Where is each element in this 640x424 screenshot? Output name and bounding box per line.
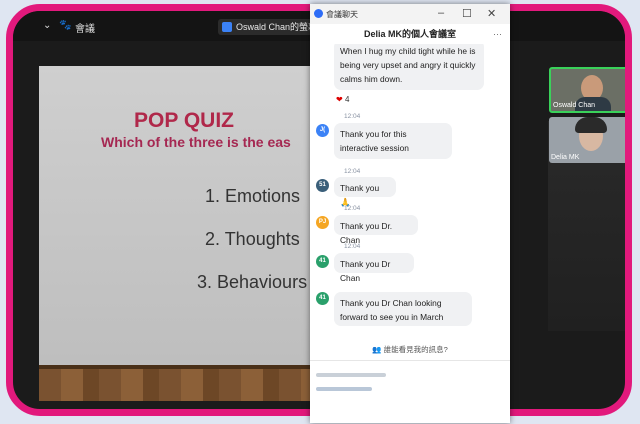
redacted-text [316, 373, 386, 377]
chat-room-title: Delia MK的個人會議室 [363, 29, 456, 39]
slide-option-3: 3. Behaviours [197, 272, 308, 292]
message-meta: 12:04 [338, 113, 360, 120]
message-time: 12:04 [344, 205, 361, 212]
participant-name: Oswald Chan [553, 102, 596, 109]
slide-subtitle: Which of the three is the eas [101, 134, 291, 150]
screen-share-icon [222, 22, 232, 32]
message-list[interactable]: When I hug my child tight while he is be… [310, 44, 510, 344]
heart-reaction[interactable]: ❤ 4 [336, 95, 349, 104]
share-indicator[interactable]: Oswald Chan的螢幕 [218, 19, 326, 35]
message-meta: 12:04 [338, 168, 360, 175]
share-label: Oswald Chan的螢幕 [236, 22, 318, 32]
minimize-icon[interactable]: – [438, 7, 444, 19]
avatar: 41 [316, 292, 329, 305]
avatar: 41 [316, 255, 329, 268]
message-meta: 12:04 [338, 243, 360, 250]
chat-app-title: 會議聊天 [326, 10, 358, 19]
video-tile-oswald[interactable]: Oswald Chan [549, 67, 625, 113]
chevron-down-icon[interactable]: ⌄ [585, 407, 593, 409]
chat-header: Delia MK的個人會議室 ··· [310, 24, 510, 44]
chat-message: Thank you for this interactive session [334, 123, 452, 159]
video-tile-delia[interactable]: Delia MK [549, 117, 625, 163]
maximize-icon[interactable]: ☐ [462, 7, 472, 20]
chat-message: Thank you Dr Chan [334, 253, 414, 283]
paw-icon: 🐾 [59, 20, 72, 31]
avatar: PJ [316, 216, 329, 229]
chat-titlebar: 會議聊天 – ☐ ✕ [310, 4, 510, 24]
chat-message: When I hug my child tight while he is be… [334, 44, 484, 90]
avatar: 51 [316, 179, 329, 192]
slide-option-1: 1. Emotions [205, 186, 301, 206]
avatar: J( [316, 124, 329, 137]
close-icon[interactable]: ✕ [487, 7, 496, 20]
reaction-count: 4 [344, 95, 350, 104]
chat-message: Thank you Dr Chan looking forward to see… [334, 292, 472, 326]
prompt-text: 誰能看見我的訊息? [383, 345, 448, 354]
heart-icon: ❤ [336, 95, 343, 104]
slide-option-2: 2. Thoughts [205, 229, 300, 249]
message-time: 12:04 [344, 243, 361, 250]
chevron-down-icon[interactable]: ⌄ [43, 20, 51, 31]
message-time: 12:04 [344, 168, 361, 175]
wood-floor [39, 365, 329, 401]
chat-message: Thank you 🙏 [334, 177, 396, 207]
zoom-app-icon [314, 9, 323, 18]
message-visibility-prompt[interactable]: 👥 誰能看見我的訊息? [310, 344, 510, 355]
message-time: 12:04 [344, 113, 361, 120]
chat-message: Thank you Dr. Chan [334, 215, 418, 245]
people-icon: 👥 [372, 345, 382, 354]
meeting-label: 會議 [75, 24, 95, 35]
message-meta: 12:04 [338, 205, 360, 212]
participant-name: Delia MK [551, 154, 580, 161]
chat-window: 會議聊天 – ☐ ✕ Delia MK的個人會議室 ··· When I hug… [310, 4, 510, 423]
shared-slide: POP QUIZ Which of the three is the eas 1… [39, 66, 329, 401]
more-options-icon[interactable]: ··· [493, 24, 502, 44]
slide-title: POP QUIZ [134, 109, 234, 132]
message-input[interactable] [310, 360, 510, 424]
redacted-text [316, 387, 372, 391]
person-hair [575, 117, 607, 133]
